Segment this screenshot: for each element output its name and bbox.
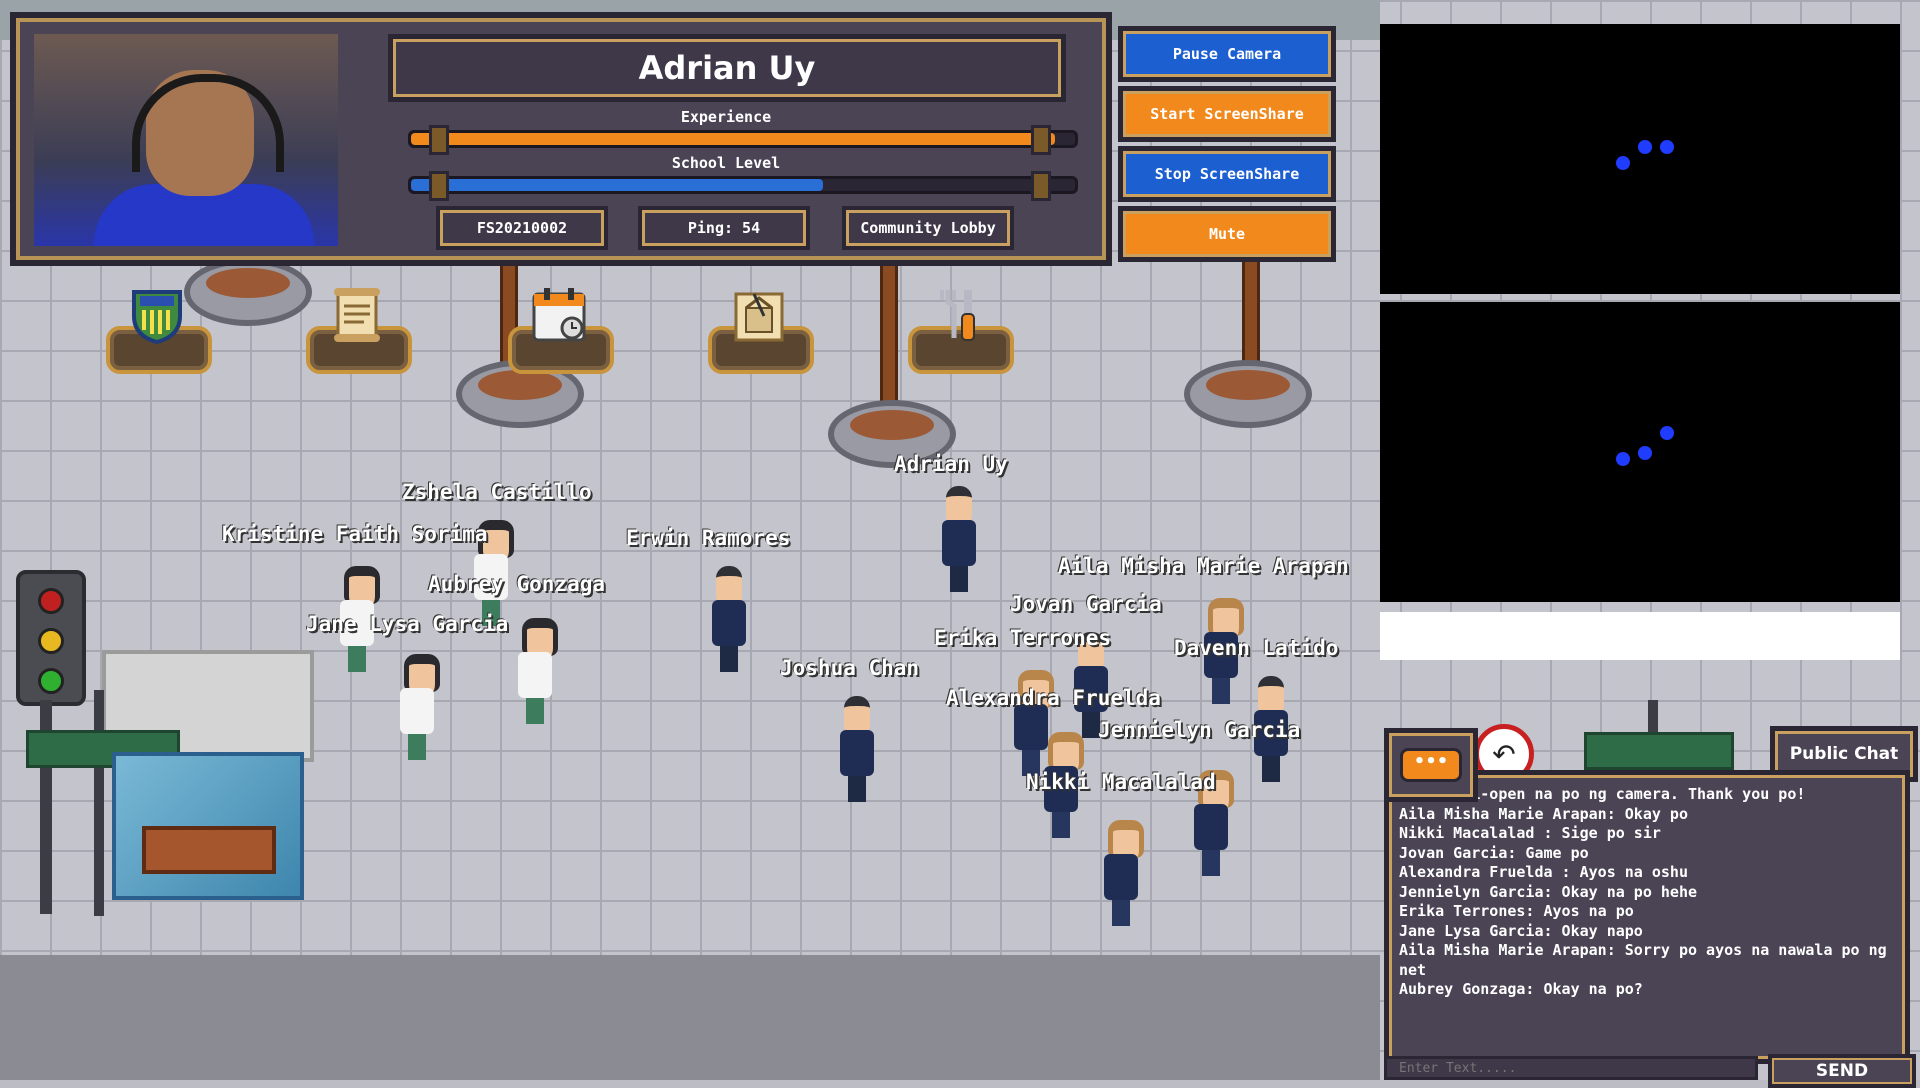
avatar-erwin-ramores[interactable] — [712, 566, 746, 676]
chat-message: Aubrey Gonzaga: Okay na po? — [1399, 980, 1643, 998]
planter — [1184, 360, 1312, 438]
chat-message: Aila Misha Marie Arapan: Sorry po ayos n… — [1399, 941, 1887, 979]
chat-bubble-icon: ••• — [1400, 748, 1462, 782]
player-hud: Adrian Uy Experience School Level FS2021… — [10, 12, 1112, 266]
chat-message: Jovan Garcia: Game po — [1399, 843, 1589, 862]
loading-dot — [1660, 426, 1674, 440]
bar-knob — [429, 125, 449, 155]
loading-dot — [1638, 446, 1652, 460]
chat-message: Alexandra Fruelda : Ayos na oshu — [1399, 863, 1688, 881]
mute-button[interactable]: Mute — [1118, 206, 1336, 262]
tools-icon[interactable] — [924, 282, 994, 348]
pause-camera-button[interactable]: Pause Camera — [1118, 26, 1336, 82]
planter — [184, 258, 312, 336]
name-tag: Erika Terrones — [934, 626, 1112, 650]
school-level-label: School Level — [671, 154, 781, 172]
chat-message: Erika Terrones: Ayos na po — [1399, 902, 1634, 920]
loading-dot — [1660, 140, 1674, 154]
avatar-aubrey-gonzaga[interactable] — [518, 618, 558, 728]
name-tag: Aila Misha Marie Arapan — [1058, 554, 1349, 578]
chat-message: Jennielyn Garcia: Okay na po hehe — [1399, 882, 1698, 901]
chat-input[interactable] — [1384, 1056, 1758, 1080]
loading-dot — [1616, 156, 1630, 170]
bar-knob — [1031, 171, 1051, 201]
name-tag: Aubrey Gonzaga — [428, 572, 606, 596]
chat-message: Jane Lysa Garcia: Okay napo — [1399, 921, 1643, 940]
avatar-adrian-uy[interactable] — [942, 486, 976, 596]
traffic-light — [16, 570, 86, 706]
bus-stop-post — [94, 690, 104, 916]
lane-marking — [0, 955, 1380, 1080]
experience-bar — [408, 125, 1078, 155]
bench — [142, 826, 276, 874]
name-tag: Davenn Latido — [1174, 636, 1339, 660]
name-tag: Joshua Chan — [780, 656, 920, 680]
webcam-feed — [34, 34, 338, 246]
video-feed-1 — [1380, 24, 1900, 294]
name-tag: Alexandra Fruelda — [946, 686, 1161, 710]
player-name: Adrian Uy — [388, 34, 1066, 102]
video-caption-area — [1380, 612, 1900, 660]
ping-display: Ping: 54 — [638, 206, 810, 250]
stop-screenshare-button[interactable]: Stop ScreenShare — [1118, 146, 1336, 202]
bar-knob — [1031, 125, 1051, 155]
chat-toggle-button[interactable]: ••• — [1384, 728, 1478, 802]
scroll-icon[interactable] — [322, 282, 392, 348]
name-tag: Kristine Faith Sorima — [222, 522, 488, 546]
name-tag: Jane Lysa Garcia — [306, 612, 509, 636]
bar-knob — [429, 171, 449, 201]
school-level-fill — [411, 179, 823, 191]
player-id: FS20210002 — [436, 206, 608, 250]
calendar-icon[interactable] — [524, 282, 594, 348]
experience-fill — [411, 133, 1056, 145]
blueprint-icon[interactable] — [724, 282, 794, 348]
street-sign — [1584, 732, 1734, 770]
chat-messages: han: Paki-open na po ng camera. Thank yo… — [1399, 785, 1895, 1000]
name-tag: Adrian Uy — [894, 452, 1008, 476]
name-tag: Jovan Garcia — [1010, 592, 1162, 616]
chat-message: Aila Misha Marie Arapan: Okay po — [1399, 804, 1688, 823]
name-tag: Nikki Macalalad — [1026, 770, 1216, 794]
video-feed-2 — [1380, 302, 1900, 602]
loading-dot — [1638, 140, 1652, 154]
avatar-jane-lysa-garcia[interactable] — [400, 654, 440, 764]
room-name: Community Lobby — [842, 206, 1014, 250]
loading-dot — [1616, 452, 1630, 466]
name-tag: Zshela Castillo — [402, 480, 592, 504]
name-tag: Erwin Ramores — [626, 526, 791, 550]
avatar-joshua-chan[interactable] — [840, 696, 874, 806]
start-screenshare-button[interactable]: Start ScreenShare — [1118, 86, 1336, 142]
school-level-bar — [408, 171, 1078, 201]
experience-label: Experience — [680, 108, 772, 126]
crest-icon[interactable] — [122, 282, 192, 348]
send-button[interactable]: SEND — [1768, 1054, 1916, 1088]
avatar-jovan-garcia[interactable] — [1104, 820, 1144, 930]
chat-message: Nikki Macalalad : Sige po sir — [1399, 824, 1661, 842]
chat-log[interactable]: han: Paki-open na po ng camera. Thank yo… — [1384, 770, 1910, 1064]
name-tag: Jennielyn Garcia — [1098, 718, 1301, 742]
